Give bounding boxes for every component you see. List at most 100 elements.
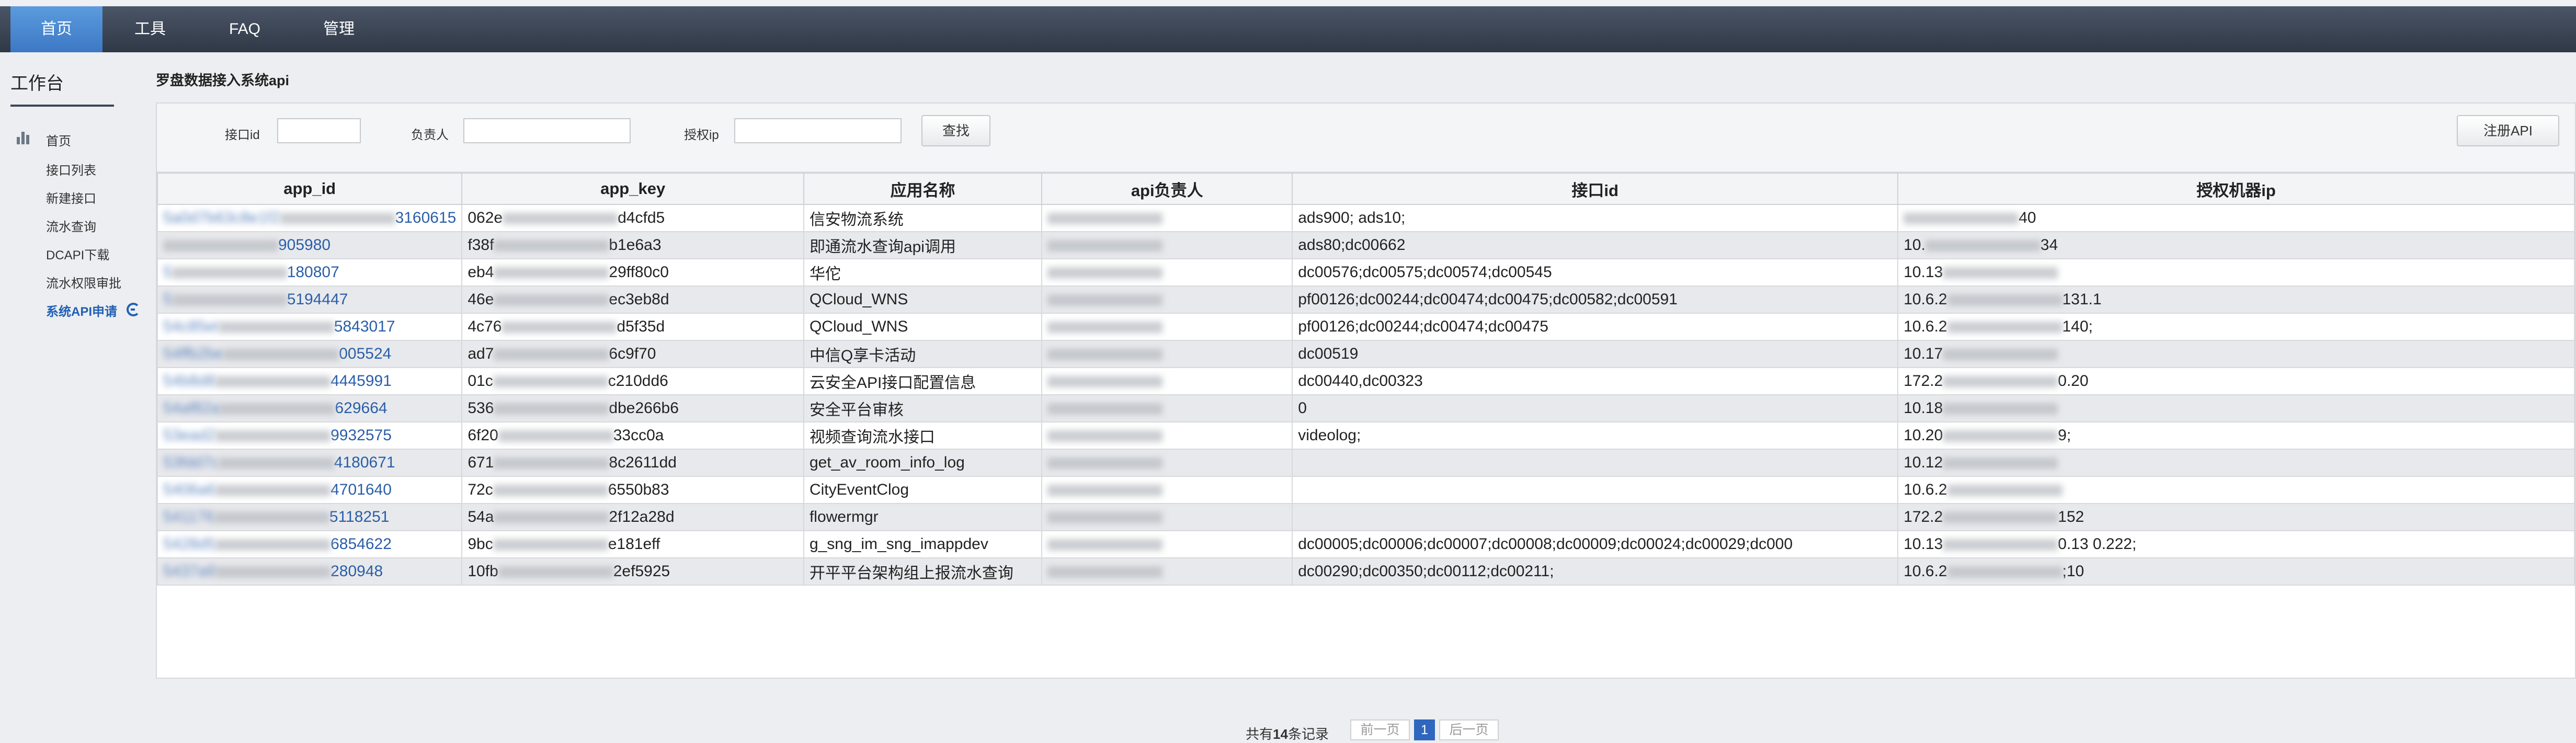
- app-id-cell[interactable]: 5 5194447: [156, 285, 463, 314]
- app-id-cell[interactable]: 5a0d7b63c8e1f2 3160615: [156, 204, 463, 232]
- app-id-cell[interactable]: 5428d5 6854622: [156, 530, 463, 558]
- owner-cell: [1041, 530, 1293, 558]
- redacted-text: [1047, 267, 1163, 279]
- app-key-cell: 72c 6550b83: [461, 476, 804, 504]
- app-key-cell-text: f38f: [468, 236, 494, 254]
- interface-id-cell: [1292, 449, 1899, 477]
- redacted-text: [1047, 485, 1163, 497]
- table-row: 54af82a 629664 536 dbe266b6 安全平台审核 0 10.18: [156, 394, 2575, 422]
- search-button[interactable]: 查找: [921, 115, 990, 146]
- app-key-cell: 4c76 d5f35d: [461, 313, 804, 341]
- sidebar-divider: [10, 105, 114, 107]
- sidebar-item-home[interactable]: 首页: [46, 131, 71, 149]
- app-key-cell-text: 2ef5925: [613, 563, 670, 580]
- sidebar-item-dcapi-download[interactable]: DCAPI下载: [46, 245, 109, 263]
- table-row: 5437a9 280948 10fb 2ef5925 开平平台架构组上报流水查询 dc00…: [156, 557, 2575, 586]
- redacted-text: [214, 512, 329, 524]
- auth-ip-cell: 10. 34: [1897, 231, 2575, 259]
- app-name-cell-text: 云安全API接口配置信息: [809, 374, 976, 392]
- nav-tab-tools[interactable]: 工具: [102, 6, 198, 52]
- auth-ip-cell: 10.17: [1897, 340, 2575, 368]
- next-page-button[interactable]: 后一页: [1439, 719, 1499, 740]
- nav-tab-admin[interactable]: 管理: [292, 6, 386, 52]
- interface-id-cell-text: dc00576;dc00575;dc00574;dc00545: [1298, 264, 1552, 281]
- app-id-cell-text: 4445991: [330, 372, 392, 390]
- sidebar-item-system-api-apply[interactable]: 系统API申请: [46, 301, 117, 319]
- auth-ip-cell-text: 10.6.2: [1903, 318, 1947, 335]
- app-id-cell[interactable]: 905980: [156, 231, 463, 259]
- app-key-cell: 01c c210dd6: [461, 367, 804, 395]
- redacted-text: [1047, 213, 1163, 225]
- active-indicator-icon: [127, 303, 140, 316]
- app-id-cell-text: 5194447: [287, 291, 348, 308]
- sidebar-item-new-interface[interactable]: 新建接口: [46, 188, 96, 207]
- owner-cell: [1041, 394, 1293, 422]
- redacted-text: [1943, 376, 2058, 388]
- nav-tab-faq[interactable]: FAQ: [198, 6, 292, 52]
- app-key-cell: 6f20 33cc0a: [461, 421, 804, 450]
- sidebar-item-interface-list[interactable]: 接口列表: [46, 160, 96, 178]
- sidebar-item-log-permission[interactable]: 流水权限审批: [46, 273, 121, 291]
- auth-ip-cell-text: 10.12: [1903, 454, 1943, 471]
- prev-page-button[interactable]: 前一页: [1350, 719, 1410, 740]
- app-id-cell[interactable]: 54af82a 629664: [156, 394, 463, 422]
- app-id-cell-text: 280948: [330, 563, 383, 580]
- app-key-cell-text: b1e6a3: [609, 236, 662, 254]
- sidebar-item-log-query[interactable]: 流水查询: [46, 216, 96, 235]
- auth-ip-cell-text: 10.13: [1903, 264, 1943, 281]
- interface-id-cell: pf00126;dc00244;dc00474;dc00475;dc00582;…: [1292, 285, 1899, 314]
- redacted-text: [172, 267, 287, 279]
- owner-label: 负责人: [411, 128, 449, 142]
- interface-id-cell: pf00126;dc00244;dc00474;dc00475: [1292, 313, 1899, 341]
- interface-id-cell: [1292, 476, 1899, 504]
- app-id-cell[interactable]: 5 180807: [156, 258, 463, 287]
- redacted-text: [1047, 403, 1163, 415]
- table-row: 5 180807 eb4 29ff80c0 华佗 dc00576;dc00575;dc00…: [156, 258, 2575, 287]
- app-id-cell-text: 541176: [163, 508, 214, 525]
- app-id-cell[interactable]: 54c85et 5843017: [156, 313, 463, 341]
- app-id-cell[interactable]: 54ffb2be 005524: [156, 340, 463, 368]
- app-key-cell-text: 33cc0a: [613, 427, 664, 444]
- app-id-cell[interactable]: 5406a6 4701640: [156, 476, 463, 504]
- auth-ip-cell-text: 0.20: [2058, 372, 2089, 390]
- auth-ip-cell: 172.2 152: [1897, 503, 2575, 531]
- interface-id-cell-text: 0: [1298, 399, 1307, 417]
- app-key-cell-text: 062e: [468, 209, 503, 226]
- auth-ip-cell-text: ;10: [2062, 563, 2084, 580]
- interface-id-cell: videolog;: [1292, 421, 1899, 450]
- nav-tab-home[interactable]: 首页: [10, 6, 102, 52]
- app-name-cell: 信安物流系统: [803, 204, 1043, 232]
- auth-ip-cell: 10.12: [1897, 449, 2575, 477]
- app-id-cell-text: 5a0d7b63c8e1f2: [163, 209, 280, 226]
- app-key-cell-text: 536: [468, 399, 494, 417]
- table-row: 5428d5 6854622 9bc e181eff g_sng_im_sng_imap…: [156, 530, 2575, 558]
- app-id-cell[interactable]: 54b8d8 4445991: [156, 367, 463, 395]
- auth-ip-cell: 10.18: [1897, 394, 2575, 422]
- table-row: 5406a6 4701640 72c 6550b83 CityEventClog 10.6…: [156, 476, 2575, 504]
- auth-ip-cell: 10.6.2 ;10: [1897, 557, 2575, 586]
- redacted-text: [215, 539, 331, 551]
- app-id-cell[interactable]: 53fdd7c 4180671: [156, 449, 463, 477]
- auth-ip-cell-text: 10.6.2: [1903, 291, 1947, 308]
- app-name-cell: 中信Q享卡活动: [803, 340, 1043, 368]
- app-name-cell-text: 中信Q享卡活动: [809, 347, 916, 364]
- redacted-text: [1947, 485, 2062, 497]
- auth-ip-input[interactable]: [734, 118, 902, 143]
- redacted-text: [1047, 512, 1163, 524]
- owner-input[interactable]: [463, 118, 631, 143]
- app-id-cell-text: 5406a6: [163, 481, 216, 498]
- auth-ip-cell-text: 0.13 0.222;: [2058, 535, 2137, 553]
- app-id-cell[interactable]: 53ead2 9932575: [156, 421, 463, 450]
- redacted-text: [494, 403, 609, 415]
- app-id-cell[interactable]: 541176 5118251: [156, 503, 463, 531]
- app-id-cell[interactable]: 5437a9 280948: [156, 557, 463, 586]
- auth-ip-cell-text: 10.13: [1903, 535, 1943, 553]
- page-number-current[interactable]: 1: [1414, 719, 1435, 740]
- redacted-text: [1047, 539, 1163, 551]
- owner-cell: [1041, 204, 1293, 232]
- app-name-cell-text: QCloud_WNS: [809, 318, 908, 335]
- redacted-text: [1047, 240, 1163, 252]
- auth-ip-cell-text: 172.2: [1903, 508, 1943, 525]
- register-api-button[interactable]: 注册API: [2457, 115, 2559, 146]
- interface-id-input[interactable]: [277, 118, 361, 143]
